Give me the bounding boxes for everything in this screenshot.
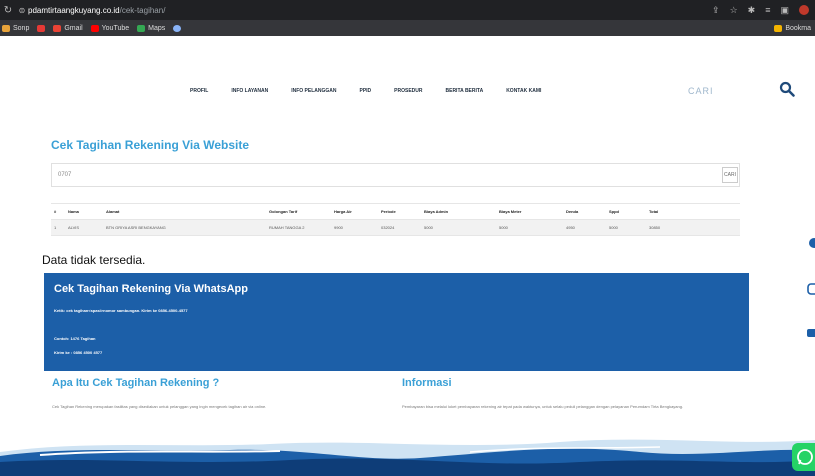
footer-wave-decoration [0,439,815,476]
whatsapp-instruction: Ketik: cek tagihan<spasi>nomor sambungan… [54,308,188,313]
bookmark-label: Sonp [13,24,30,32]
nav-berita[interactable]: BERITA BERITA [446,88,484,94]
nav-profil[interactable]: PROFIL [190,88,208,94]
bill-table: # Nama Alamat Golongan Tarif Harga Air P… [51,203,740,236]
col-harga-air: Harga Air [331,203,378,220]
url-host: pdamtirtaangkuyang.co.id [28,5,120,15]
table-cell: 032024 [378,219,421,236]
whatsapp-icon [797,449,813,465]
col-sppd: Sppd [606,203,646,220]
table-cell: BTN GRIYA ASRI BENGKAYANG [103,219,266,236]
bookmark-item[interactable]: YouTube [90,24,130,32]
whatsapp-float-button[interactable] [792,443,815,471]
main-nav: PROFIL INFO LAYANAN INFO PELANGGAN PPID … [190,88,541,94]
col-golongan: Golongan Tarif [266,203,331,220]
bookmarks-bar: Sonp Gmail YouTube Maps Bookma [0,20,815,36]
table-cell: 5000 [421,219,496,236]
bookmark-item[interactable] [173,24,182,32]
bookmark-label: Maps [148,24,166,32]
table-cell: 5000 [606,219,646,236]
nav-info-layanan[interactable]: INFO LAYANAN [231,88,268,94]
extensions-icon[interactable]: ✱ [748,5,756,16]
col-no: # [51,203,65,220]
profile-avatar[interactable] [799,5,809,15]
bookmark-item[interactable]: Gmail [53,24,83,32]
col-biaya-admin: Biaya Admin [421,203,496,220]
apa-title: Apa Itu Cek Tagihan Rekening ? [52,377,220,389]
table-cell: ALVIS [65,219,103,236]
bookmark-label: Gmail [64,24,83,32]
whatsapp-section-title: Cek Tagihan Rekening Via WhatsApp [54,283,248,295]
table-header-row: # Nama Alamat Golongan Tarif Harga Air P… [51,203,740,220]
globe-icon [173,24,182,32]
account-number-value: 0707 [58,172,72,178]
table-row: 1 ALVIS BTN GRIYA ASRI BENGKAYANG RUMAH … [51,219,740,236]
table-cell: 4950 [563,219,606,236]
whatsapp-example: Contoh: 1476 Tagihan [54,336,96,341]
table-cell: 9900 [331,219,378,236]
secure-icon[interactable]: ⊜ [16,6,28,15]
share-icon[interactable]: ⇪ [712,5,720,16]
website-section-title: Cek Tagihan Rekening Via Website [51,138,250,152]
folder-icon [774,24,783,32]
bookmark-item[interactable]: Maps [137,24,166,32]
sidepanel-icon[interactable]: ▣ [780,5,789,16]
url-field[interactable]: pdamtirtaangkuyang.co.id/cek-tagihan/ [28,6,165,15]
bookmark-label: YouTube [101,24,130,32]
youtube-icon [90,24,99,32]
col-biaya-meter: Biaya Meter [496,203,563,220]
whatsapp-section: Cek Tagihan Rekening Via WhatsApp Ketik:… [44,273,749,371]
apa-text: Cek Tagihan Rekening merupakan fasilitas… [52,404,267,409]
bookmark-icon [37,24,46,32]
info-text: Pembayaran bisa melalui loket pembayaran… [402,404,684,409]
bookmark-icon [2,24,10,32]
col-total: Total [646,203,740,220]
instagram-icon[interactable] [805,283,815,295]
site-search-input[interactable]: CARI [688,86,714,96]
table-cell: 5000 [496,219,563,236]
no-data-message: Data tidak tersedia. [42,253,146,267]
table-cell: RUMAH TANGGA 2 [266,219,331,236]
table-cell: 1 [51,219,65,236]
whatsapp-number: Kirim ke : 0856 4500 4577 [54,350,103,355]
cari-button[interactable]: CARI [722,167,738,183]
reload-icon[interactable]: ↻ [0,5,16,16]
nav-kontak[interactable]: KONTAK KAMI [506,88,541,94]
col-nama: Nama [65,203,103,220]
account-number-input[interactable]: 0707 [51,163,740,187]
url-path: /cek-tagihan/ [119,5,166,15]
bookmark-item[interactable]: Sonp [2,24,30,32]
info-title: Informasi [402,377,452,389]
youtube-icon[interactable] [805,327,815,339]
col-denda: Denda [563,203,606,220]
star-icon[interactable]: ☆ [730,5,738,16]
col-alamat: Alamat [103,203,266,220]
playlist-icon[interactable]: ≡ [765,5,770,15]
maps-icon [137,24,146,32]
nav-prosedur[interactable]: PROSEDUR [394,88,422,94]
browser-address-bar: ↻ ⊜ pdamtirtaangkuyang.co.id/cek-tagihan… [0,0,815,20]
bookmark-item-right[interactable]: Bookma [774,20,815,36]
search-icon[interactable] [779,81,795,97]
col-periode: Periode [378,203,421,220]
facebook-icon[interactable] [805,237,815,249]
nav-info-pelanggan[interactable]: INFO PELANGGAN [291,88,336,94]
bookmark-item[interactable] [37,24,46,32]
nav-ppid[interactable]: PPID [359,88,371,94]
browser-actions: ⇪ ☆ ✱ ≡ ▣ [712,0,815,20]
gmail-icon [53,24,62,32]
table-cell: 30850 [646,219,740,236]
bookmark-label: Bookma [785,24,811,32]
